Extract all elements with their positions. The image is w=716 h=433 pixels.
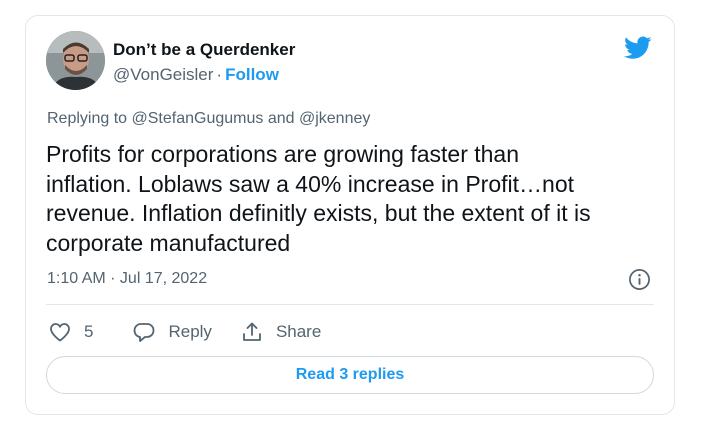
replying-conjunction: and	[267, 110, 295, 127]
author-display-name[interactable]: Don’t be a Querdenker	[113, 40, 295, 60]
author-handle[interactable]: @VonGeisler	[113, 65, 213, 84]
reply-bubble-icon	[134, 323, 155, 342]
avatar[interactable]	[46, 31, 105, 90]
tweet-timestamp[interactable]: 1:10 AM · Jul 17, 2022	[47, 270, 207, 288]
handle-separator: ·	[216, 65, 223, 84]
avatar-photo	[46, 31, 105, 90]
action-bar: 5 Reply Share	[48, 319, 321, 345]
divider	[46, 304, 654, 305]
author-handle-row: @VonGeisler · Follow	[113, 65, 279, 85]
read-replies-button[interactable]: Read 3 replies	[46, 356, 654, 394]
like-button[interactable]: 5	[48, 320, 93, 344]
mention-link[interactable]: @StefanGugumus	[132, 110, 264, 127]
reply-label: Reply	[168, 322, 212, 341]
tweet-card: Don’t be a Querdenker @VonGeisler · Follow…	[25, 15, 675, 415]
tweet-text: Profits for corporations are growing fas…	[46, 141, 591, 256]
share-label: Share	[275, 322, 322, 341]
follow-button[interactable]: Follow	[225, 65, 279, 84]
replying-prefix: Replying to	[47, 110, 128, 127]
replying-to: Replying to @StefanGugumus and @jkenney	[47, 110, 370, 128]
mention-link[interactable]: @jkenney	[299, 110, 370, 127]
like-count: 5	[84, 322, 94, 341]
share-icon	[243, 322, 261, 341]
heart-icon	[50, 323, 70, 342]
info-icon[interactable]	[628, 268, 651, 291]
reply-button[interactable]: Reply	[132, 320, 212, 344]
share-button[interactable]: Share	[240, 320, 321, 344]
twitter-bird-icon[interactable]	[624, 36, 652, 60]
